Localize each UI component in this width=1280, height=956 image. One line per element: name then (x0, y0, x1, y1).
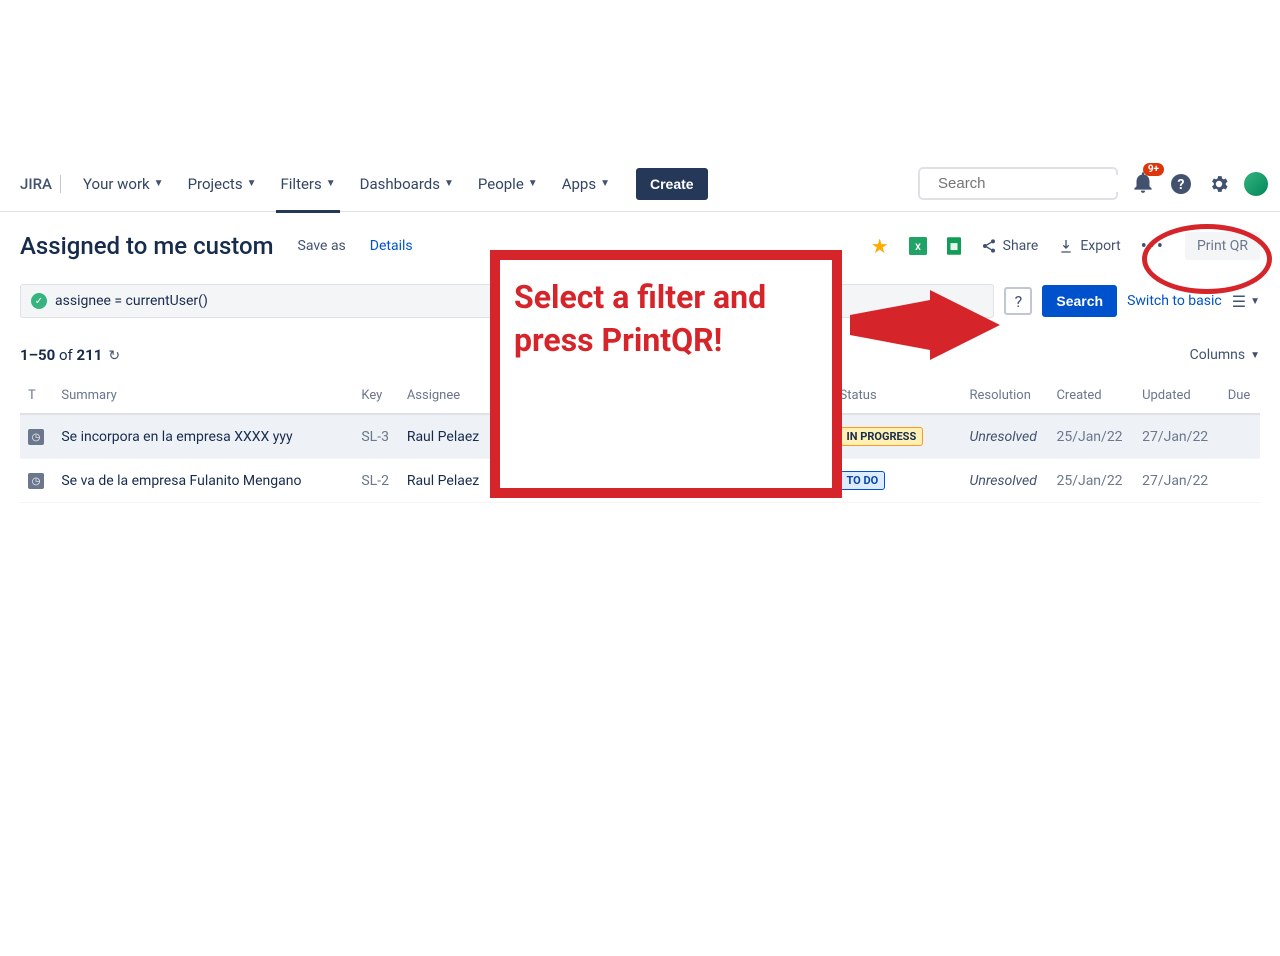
cell-due (1220, 459, 1260, 503)
chevron-down-icon: ▼ (600, 178, 610, 189)
gear-icon (1208, 173, 1230, 195)
annotation-text: Select a filter and press PrintQR! (514, 276, 818, 362)
app-logo: JIRA (12, 175, 61, 193)
chevron-down-icon: ▼ (154, 178, 164, 189)
cell-assignee: Raul Pelaez (399, 459, 491, 503)
topbar-left: JIRA Your work▼ Projects▼ Filters▼ Dashb… (12, 168, 708, 200)
page-title: Assigned to me custom (20, 232, 274, 260)
chevron-down-icon: ▼ (326, 178, 336, 189)
status-badge: IN PROGRESS (840, 427, 924, 446)
export-icon (1058, 238, 1074, 254)
cell-assignee: Raul Pelaez (399, 414, 491, 459)
col-status[interactable]: Status (832, 378, 962, 414)
share-icon (981, 238, 997, 254)
star-icon[interactable]: ★ (871, 234, 889, 258)
annotation-arrow (850, 290, 1000, 380)
search-button[interactable]: Search (1042, 285, 1117, 317)
excel-icon[interactable]: X (909, 237, 927, 255)
cell-resolution: Unresolved (962, 414, 1049, 459)
notification-badge: 9+ (1143, 163, 1164, 176)
settings-button[interactable] (1206, 171, 1232, 197)
help-button[interactable]: ? (1168, 171, 1194, 197)
cell-summary: Se va de la empresa Fulanito Mengano (53, 459, 353, 503)
jql-text: assignee = currentUser() (55, 293, 208, 309)
chevron-down-icon: ▼ (444, 178, 454, 189)
printqr-button[interactable]: Print QR (1185, 232, 1260, 260)
global-search-input[interactable] (938, 175, 1137, 192)
cell-key[interactable]: SL-3 (353, 414, 398, 459)
switch-to-basic-link[interactable]: Switch to basic (1127, 293, 1222, 309)
col-assignee[interactable]: Assignee (399, 378, 491, 414)
nav-your-work[interactable]: Your work▼ (73, 169, 174, 199)
sheets-icon[interactable] (947, 237, 961, 255)
export-button[interactable]: Export (1058, 238, 1120, 254)
nav-dashboards[interactable]: Dashboards▼ (350, 169, 464, 199)
topbar-right: 9+ ? (918, 167, 1268, 200)
col-created[interactable]: Created (1048, 378, 1134, 414)
issue-type-icon: ◷ (28, 429, 44, 445)
cell-status: IN PROGRESS (832, 414, 962, 459)
notifications-button[interactable]: 9+ (1130, 169, 1156, 199)
list-view-toggle[interactable]: ☰ ▼ (1232, 292, 1260, 311)
user-avatar[interactable] (1244, 172, 1268, 196)
topbar: JIRA Your work▼ Projects▼ Filters▼ Dashb… (0, 156, 1280, 212)
col-updated[interactable]: Updated (1134, 378, 1220, 414)
issue-type-icon: ◷ (28, 473, 44, 489)
title-actions: ★ X Share Export ••• Print QR (871, 232, 1260, 260)
status-badge: TO DO (840, 471, 886, 490)
cell-created: 25/Jan/22 (1048, 459, 1134, 503)
help-icon: ? (1169, 172, 1193, 196)
check-icon: ✓ (31, 293, 47, 309)
nav-apps[interactable]: Apps▼ (552, 169, 620, 199)
cell-summary: Se incorpora en la empresa XXXX yyy (53, 414, 353, 459)
global-search[interactable] (918, 167, 1118, 200)
svg-text:?: ? (1178, 177, 1185, 193)
chevron-down-icon: ▼ (528, 178, 538, 189)
cell-resolution: Unresolved (962, 459, 1049, 503)
col-due[interactable]: Due (1220, 378, 1260, 414)
col-key[interactable]: Key (353, 378, 398, 414)
cell-updated: 27/Jan/22 (1134, 414, 1220, 459)
more-actions-button[interactable]: ••• (1141, 236, 1165, 257)
nav-filters[interactable]: Filters▼ (270, 169, 345, 199)
cell-key[interactable]: SL-2 (353, 459, 398, 503)
svg-text:X: X (915, 243, 921, 253)
cell-updated: 27/Jan/22 (1134, 459, 1220, 503)
refresh-icon[interactable]: ↻ (108, 348, 120, 364)
cell-due (1220, 414, 1260, 459)
chevron-down-icon: ▼ (247, 178, 257, 189)
columns-button[interactable]: Columns▼ (1190, 347, 1260, 363)
share-button[interactable]: Share (981, 238, 1039, 254)
nav-people[interactable]: People▼ (468, 169, 548, 199)
jql-help-button[interactable]: ? (1004, 287, 1032, 315)
col-resolution[interactable]: Resolution (962, 378, 1049, 414)
create-button[interactable]: Create (636, 168, 708, 200)
details-link[interactable]: Details (370, 238, 413, 254)
col-summary[interactable]: Summary (53, 378, 353, 414)
result-count: 1–50 of 211↻ (20, 346, 120, 364)
cell-status: TO DO (832, 459, 962, 503)
save-as-link[interactable]: Save as (298, 238, 346, 254)
cell-created: 25/Jan/22 (1048, 414, 1134, 459)
nav-projects[interactable]: Projects▼ (178, 169, 267, 199)
annotation-callout: Select a filter and press PrintQR! (490, 250, 842, 498)
col-type[interactable]: T (20, 378, 53, 414)
